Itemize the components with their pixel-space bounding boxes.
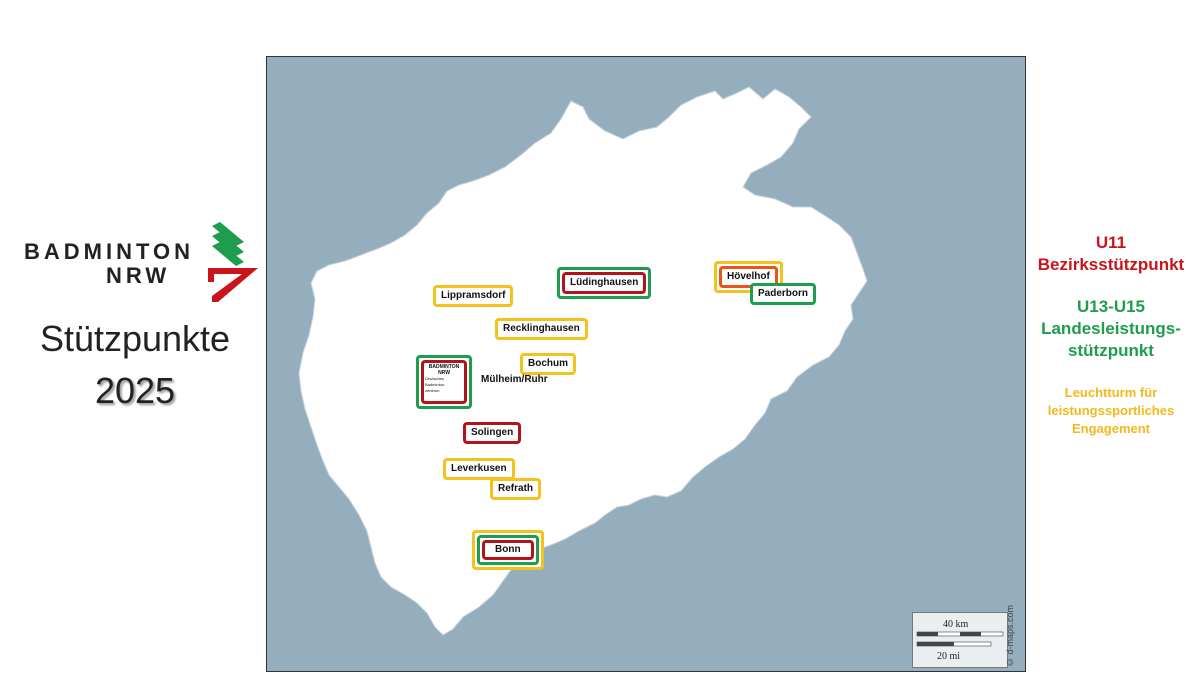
nrw-land-shape (298, 86, 868, 636)
city-bonn-label: Bonn (482, 540, 534, 560)
map-attribution: © d-maps.com (1005, 604, 1015, 667)
city-luedinghausen-label: Lüdinghausen (562, 272, 647, 294)
city-leverkusen[interactable]: Leverkusen (443, 458, 515, 480)
legend-leucht-line3: Engagement (1071, 421, 1150, 436)
city-bochum[interactable]: Bochum (520, 353, 576, 375)
logo-line-badminton: BADMINTON (24, 239, 195, 264)
muelheim-logo-line5: zentrum (425, 388, 440, 393)
legend-u13-u15: U13-U15 Landesleistungs- stützpunkt (1026, 296, 1196, 362)
city-bonn-ring: Bonn (477, 535, 539, 565)
city-muelheim-logo[interactable]: BADMINTON NRW Deutsches Badminton- zentr… (416, 355, 472, 409)
legend-u11: U11 Bezirksstützpunkt (1026, 232, 1196, 276)
scale-mi: 20 mi (937, 651, 961, 662)
page-year: 2025 (94, 370, 176, 411)
scale-bar: 40 km 20 mi (912, 612, 1008, 668)
legend-u13-label-line2: stützpunkt (1068, 341, 1154, 360)
badminton-nrw-logo-text: BADMINTON NRW (24, 240, 196, 288)
scale-km: 40 km (943, 619, 969, 630)
city-paderborn[interactable]: Paderborn (750, 283, 817, 305)
city-lippramsdorf[interactable]: Lippramsdorf (433, 285, 514, 307)
city-solingen[interactable]: Solingen (463, 422, 522, 444)
nrw-map: Lüdinghausen Hövelhof Paderborn Lipprams… (266, 56, 1026, 672)
city-refrath[interactable]: Refrath (490, 478, 542, 500)
legend-u13-title: U13-U15 (1076, 297, 1146, 316)
legend-u11-title: U11 (1095, 233, 1127, 252)
badminton-nrw-logo-icon (208, 222, 258, 302)
legend-leucht-line2: leistungssportliches (1047, 403, 1175, 418)
legend-leuchtturm: Leuchtturm für leistungssportliches Enga… (1026, 384, 1196, 438)
scale-lines (916, 631, 1004, 647)
logo-line-nrw: NRW (106, 263, 171, 288)
muelheim-center-logo: BADMINTON NRW Deutsches Badminton- zentr… (421, 360, 467, 404)
page-title: Stützpunkte (39, 318, 231, 359)
city-luedinghausen[interactable]: Lüdinghausen (557, 267, 652, 299)
city-bonn[interactable]: Bonn (472, 530, 544, 570)
legend-leucht-line1: Leuchtturm für (1064, 385, 1158, 400)
city-muelheim-label: Mülheim/Ruhr (481, 374, 548, 385)
legend-u13-label-line1: Landesleistungs- (1041, 319, 1181, 338)
legend-u11-label: Bezirksstützpunkt (1037, 255, 1185, 274)
city-recklinghausen[interactable]: Recklinghausen (495, 318, 588, 340)
